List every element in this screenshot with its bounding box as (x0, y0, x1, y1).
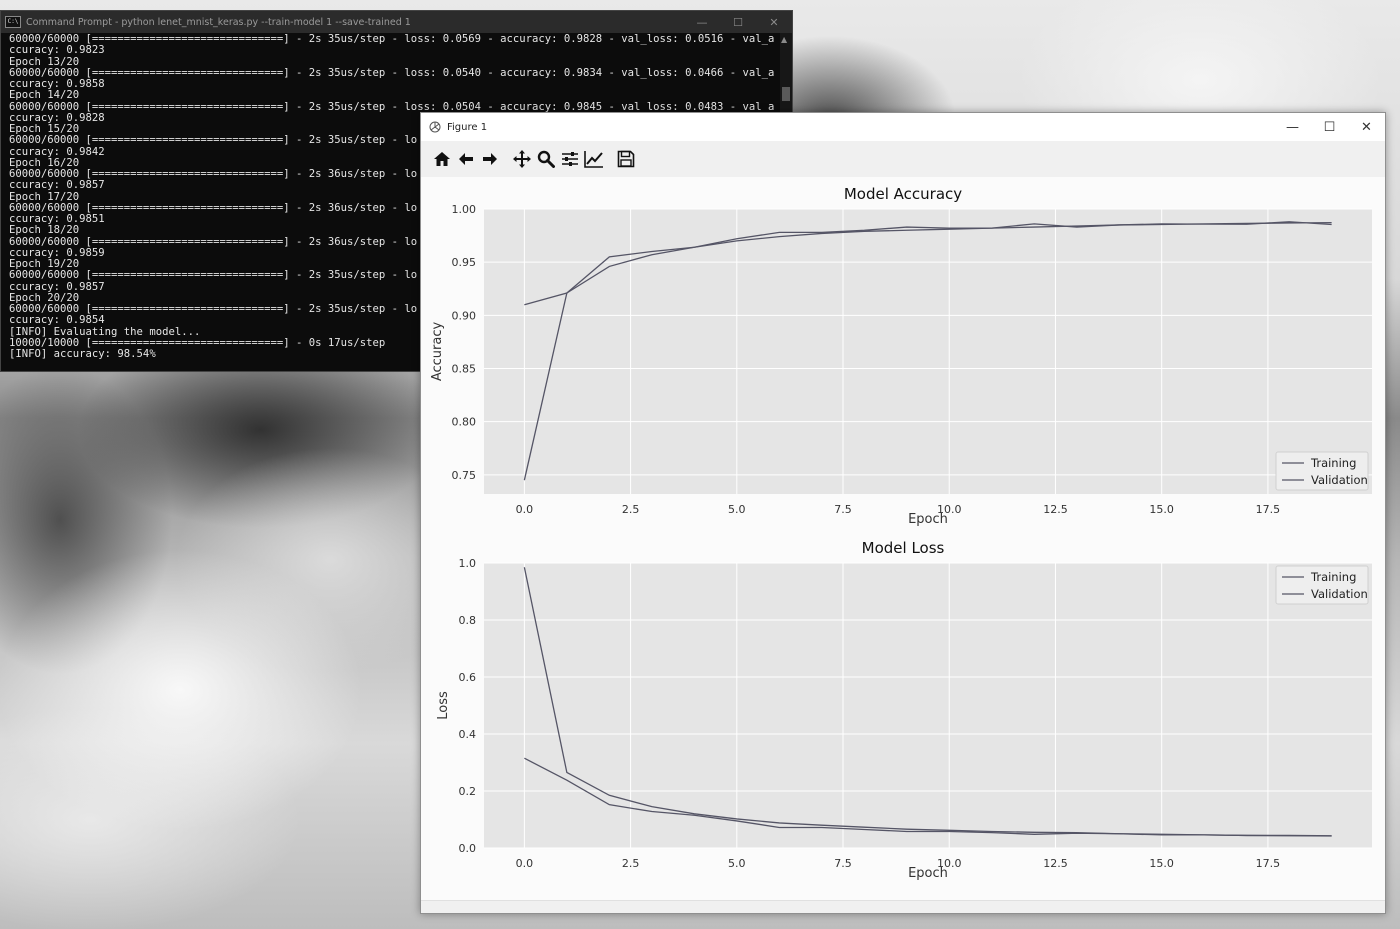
plot-area (484, 563, 1372, 848)
minimize-button[interactable]: — (684, 11, 720, 33)
x-tick-label: 17.5 (1256, 857, 1281, 870)
x-tick-label: 2.5 (622, 857, 640, 870)
edit-curves-button[interactable] (583, 147, 605, 171)
forward-button[interactable] (479, 147, 501, 171)
maximize-button[interactable]: ☐ (720, 11, 756, 33)
y-axis-label: Accuracy (430, 322, 445, 382)
y-tick-label: 1.00 (452, 203, 477, 216)
cmd-titlebar[interactable]: C:\ Command Prompt - python lenet_mnist_… (1, 11, 792, 33)
console-line: 60000/60000 [===========================… (9, 34, 775, 45)
y-tick-label: 0.4 (459, 728, 477, 741)
back-arrow-icon (459, 153, 473, 165)
minimize-button[interactable]: — (1274, 113, 1311, 141)
forward-arrow-icon (483, 153, 497, 165)
x-tick-label: 2.5 (622, 503, 640, 516)
home-icon (434, 152, 450, 166)
accuracy-chart: 0.0 2.5 5.0 7.5 10.0 12.5 15.0 17.50.750.800.85… (430, 203, 1372, 527)
y-tick-label: 0.95 (452, 256, 477, 269)
figure-window-title: Figure 1 (447, 121, 488, 133)
console-line: ccuracy: 0.9823 (9, 44, 105, 57)
figure-titlebar[interactable]: Figure 1 — ☐ ✕ (421, 113, 1385, 141)
cmd-window-title: Command Prompt - python lenet_mnist_kera… (26, 16, 411, 28)
navigation-toolbar (421, 141, 1385, 178)
console-line: 60000/60000 [===========================… (9, 66, 775, 79)
pan-icon (513, 150, 531, 168)
x-tick-label: 0.0 (516, 503, 534, 516)
y-tick-label: 0.6 (459, 671, 477, 684)
status-bar (421, 900, 1385, 913)
figure-window[interactable]: Figure 1 — ☐ ✕ Model Accuracy 0.0 2.5 5.… (420, 112, 1386, 914)
zoom-icon (537, 150, 555, 168)
x-tick-label: 5.0 (728, 857, 746, 870)
y-tick-label: 0.2 (459, 785, 477, 798)
x-tick-label: 15.0 (1149, 503, 1174, 516)
legend-label: Validation (1311, 473, 1368, 487)
plot-area (484, 209, 1372, 494)
close-button[interactable]: ✕ (1348, 113, 1385, 141)
x-tick-label: 0.0 (516, 857, 534, 870)
legend-label: Training (1310, 456, 1356, 470)
subplots-icon (562, 152, 578, 166)
x-axis-label: Epoch (908, 512, 948, 527)
x-tick-label: 7.5 (834, 857, 852, 870)
console-line: ccuracy: 0.9858 (9, 78, 105, 90)
home-button[interactable] (431, 147, 453, 171)
matplotlib-icon (429, 121, 441, 133)
save-icon (617, 150, 635, 168)
pan-button[interactable] (511, 147, 533, 171)
save-button[interactable] (615, 147, 637, 171)
close-button[interactable]: ✕ (756, 11, 792, 33)
cmd-icon: C:\ (5, 16, 21, 28)
back-button[interactable] (455, 147, 477, 171)
y-tick-label: 0.85 (452, 363, 477, 376)
x-tick-label: 15.0 (1149, 857, 1174, 870)
scrollbar-thumb[interactable] (782, 87, 790, 101)
x-tick-label: 12.5 (1043, 857, 1068, 870)
y-tick-label: 1.0 (459, 557, 477, 570)
legend-label: Validation (1311, 587, 1368, 601)
y-tick-label: 0.8 (459, 614, 477, 627)
zoom-button[interactable] (535, 147, 557, 171)
console-line: Epoch 14/20 (9, 89, 80, 102)
y-tick-label: 0.75 (452, 469, 477, 482)
x-axis-label: Epoch (908, 866, 948, 881)
y-tick-label: 0.80 (452, 416, 477, 429)
configure-subplots-button[interactable] (559, 147, 581, 171)
legend-label: Training (1310, 570, 1356, 584)
maximize-button[interactable]: ☐ (1311, 113, 1348, 141)
y-axis-label: Loss (436, 691, 451, 720)
y-tick-label: 0.90 (452, 309, 477, 322)
x-tick-label: 12.5 (1043, 503, 1068, 516)
x-tick-label: 7.5 (834, 503, 852, 516)
y-tick-label: 0.0 (459, 842, 477, 855)
x-tick-label: 17.5 (1256, 503, 1281, 516)
scroll-up-icon[interactable]: ▲ (781, 35, 787, 44)
x-tick-label: 5.0 (728, 503, 746, 516)
figure-canvas[interactable]: Model Accuracy 0.0 2.5 5.0 7.5 10.0 12.5 15.0 1… (421, 177, 1385, 901)
loss-chart: 0.0 2.5 5.0 7.5 10.0 12.5 15.0 17.50.00.20.40.6… (436, 557, 1372, 881)
edit-curves-icon (584, 151, 603, 168)
